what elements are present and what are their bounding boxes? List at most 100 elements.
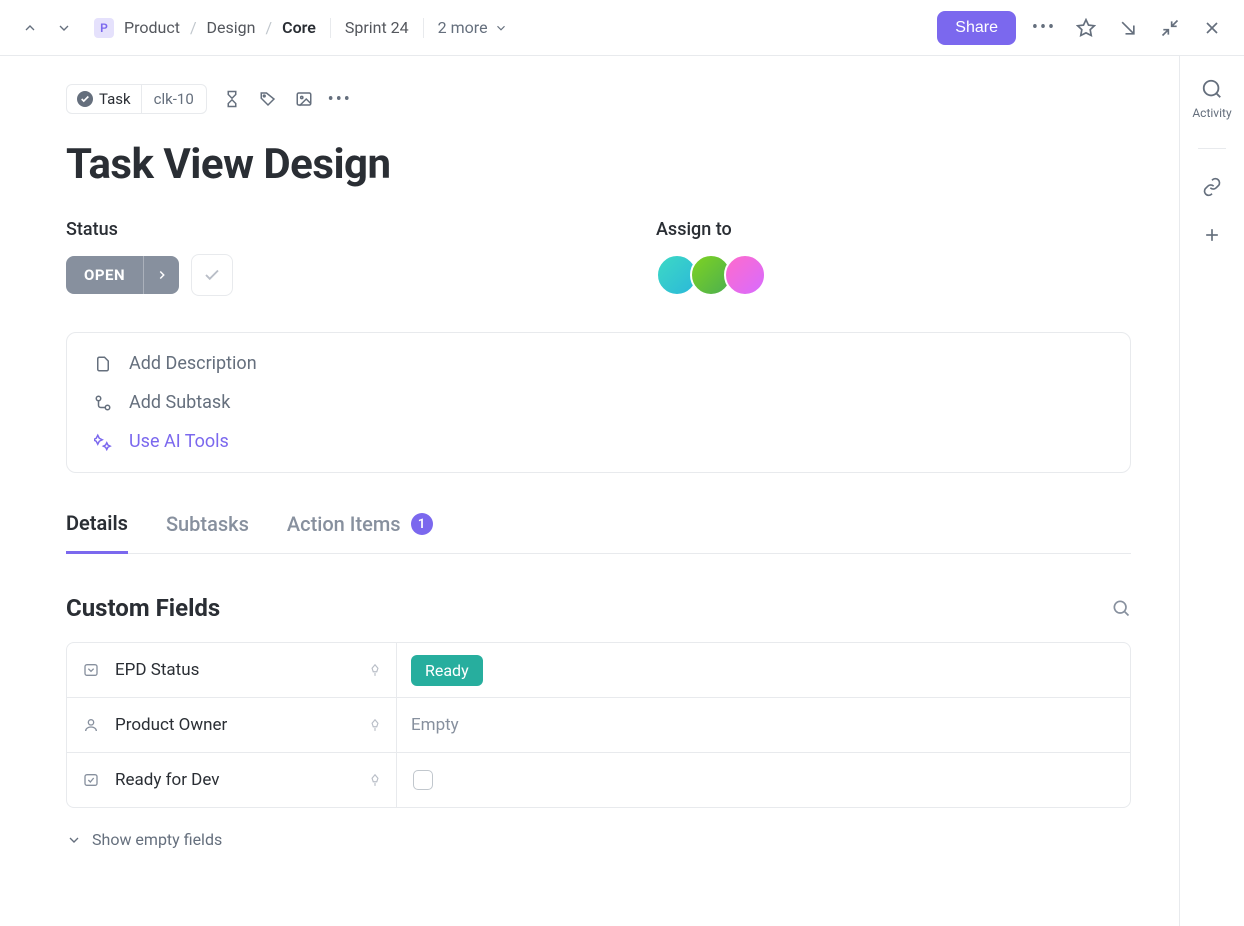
document-icon — [93, 354, 113, 374]
breadcrumbs: P Product / Design / Core Sprint 24 2 mo… — [94, 18, 508, 38]
ready-for-dev-checkbox[interactable] — [413, 770, 433, 790]
add-subtask-button[interactable]: Add Subtask — [93, 392, 1104, 413]
breadcrumb-divider — [423, 18, 424, 38]
task-meta: Task clk-10 ••• — [66, 84, 1131, 114]
side-panel: Activity — [1179, 56, 1244, 926]
link-icon — [1202, 177, 1222, 197]
activity-button[interactable]: Activity — [1192, 78, 1231, 120]
task-id: clk-10 — [142, 85, 206, 113]
pin-icon — [368, 718, 382, 732]
assign-label: Assign to — [656, 219, 766, 240]
activity-icon — [1201, 78, 1223, 100]
task-main: Task clk-10 ••• Task View Design Status — [0, 56, 1179, 926]
tab-subtasks[interactable]: Subtasks — [166, 511, 249, 553]
custom-fields-title: Custom Fields — [66, 594, 220, 622]
nav-down-button[interactable] — [52, 16, 76, 40]
pin-button[interactable] — [368, 718, 382, 732]
pin-button[interactable] — [368, 663, 382, 677]
breadcrumb-design[interactable]: Design — [207, 18, 256, 37]
plus-icon — [1202, 225, 1222, 245]
tags-button[interactable] — [257, 88, 279, 110]
nav-up-button[interactable] — [18, 16, 42, 40]
topbar: P Product / Design / Core Sprint 24 2 mo… — [0, 0, 1244, 56]
action-items-badge: 1 — [411, 513, 433, 535]
task-title[interactable]: Task View Design — [66, 140, 1131, 189]
add-description-button[interactable]: Add Description — [93, 353, 1104, 374]
share-button[interactable]: Share — [937, 11, 1016, 45]
close-button[interactable] — [1198, 14, 1226, 42]
pin-button[interactable] — [368, 773, 382, 787]
sparkle-icon — [93, 432, 113, 452]
tab-action-items[interactable]: Action Items 1 — [287, 511, 433, 553]
star-icon — [1076, 18, 1096, 38]
show-empty-fields-button[interactable]: Show empty fields — [66, 830, 1131, 849]
collapse-button[interactable] — [1156, 14, 1184, 42]
tag-icon — [259, 90, 277, 108]
breadcrumb-product[interactable]: Product — [124, 18, 180, 37]
task-more-button[interactable]: ••• — [329, 88, 351, 110]
breadcrumb-sep: / — [266, 18, 273, 37]
task-type-label: Task — [99, 90, 131, 108]
custom-field-value-cell[interactable] — [397, 770, 1130, 790]
avatar[interactable] — [724, 254, 766, 296]
tab-details[interactable]: Details — [66, 511, 128, 554]
cover-image-button[interactable] — [293, 88, 315, 110]
status-label: Status — [66, 219, 596, 240]
custom-field-row: EPD Status Ready — [67, 643, 1130, 698]
custom-field-row: Product Owner Empty — [67, 698, 1130, 753]
activity-label: Activity — [1192, 106, 1231, 120]
assign-block: Assign to — [656, 219, 766, 296]
mark-complete-button[interactable] — [191, 254, 233, 296]
custom-fields-header: Custom Fields — [66, 594, 1131, 622]
breadcrumb-more[interactable]: 2 more — [438, 18, 508, 37]
pin-icon — [368, 663, 382, 677]
download-button[interactable] — [1114, 14, 1142, 42]
custom-fields-table: EPD Status Ready Product Owner — [66, 642, 1131, 808]
breadcrumb-sep: / — [190, 18, 197, 37]
project-icon: P — [94, 18, 114, 38]
topbar-left: P Product / Design / Core Sprint 24 2 mo… — [18, 16, 508, 40]
breadcrumb-divider — [330, 18, 331, 38]
assignees[interactable] — [656, 254, 766, 296]
breadcrumb-sprint[interactable]: Sprint 24 — [345, 18, 409, 37]
custom-field-row: Ready for Dev — [67, 753, 1130, 807]
custom-field-label-cell[interactable]: Product Owner — [67, 698, 397, 752]
quick-actions: Add Description Add Subtask Use AI Tools — [66, 332, 1131, 473]
show-empty-label: Show empty fields — [92, 830, 222, 849]
checkbox-field-icon — [81, 770, 101, 790]
favorite-button[interactable] — [1072, 14, 1100, 42]
custom-field-label-cell[interactable]: Ready for Dev — [67, 753, 397, 807]
breadcrumb-more-label: 2 more — [438, 18, 488, 37]
tab-action-items-label: Action Items — [287, 512, 401, 536]
subtask-icon — [93, 393, 113, 413]
custom-field-value-cell[interactable]: Empty — [397, 715, 1130, 735]
epd-status-tag: Ready — [411, 655, 483, 686]
breadcrumb-core[interactable]: Core — [282, 18, 316, 37]
custom-field-label: EPD Status — [115, 660, 199, 680]
more-button[interactable]: ••• — [1030, 14, 1058, 42]
custom-field-label: Ready for Dev — [115, 770, 219, 790]
time-tracking-button[interactable] — [221, 88, 243, 110]
chevron-right-icon — [155, 268, 169, 282]
status-next-button[interactable] — [143, 256, 179, 294]
custom-field-value-cell[interactable]: Ready — [397, 655, 1130, 686]
topbar-right: Share ••• — [937, 11, 1226, 45]
status-block: Status OPEN — [66, 219, 596, 296]
status-chip[interactable]: OPEN — [66, 256, 179, 294]
use-ai-button[interactable]: Use AI Tools — [93, 431, 1104, 452]
task-type-check-icon — [77, 91, 93, 107]
add-subtask-label: Add Subtask — [129, 392, 230, 413]
add-description-label: Add Description — [129, 353, 257, 374]
search-icon — [1111, 598, 1131, 618]
copy-link-button[interactable] — [1202, 177, 1222, 197]
task-pill[interactable]: Task clk-10 — [66, 84, 207, 114]
custom-fields-search-button[interactable] — [1111, 598, 1131, 618]
pin-icon — [368, 773, 382, 787]
check-icon — [203, 266, 221, 284]
custom-field-label-cell[interactable]: EPD Status — [67, 643, 397, 697]
image-icon — [295, 90, 313, 108]
chevron-down-icon — [66, 832, 82, 848]
tabs: Details Subtasks Action Items 1 — [66, 511, 1131, 554]
sidepanel-divider — [1198, 148, 1226, 149]
add-panel-button[interactable] — [1202, 225, 1222, 245]
